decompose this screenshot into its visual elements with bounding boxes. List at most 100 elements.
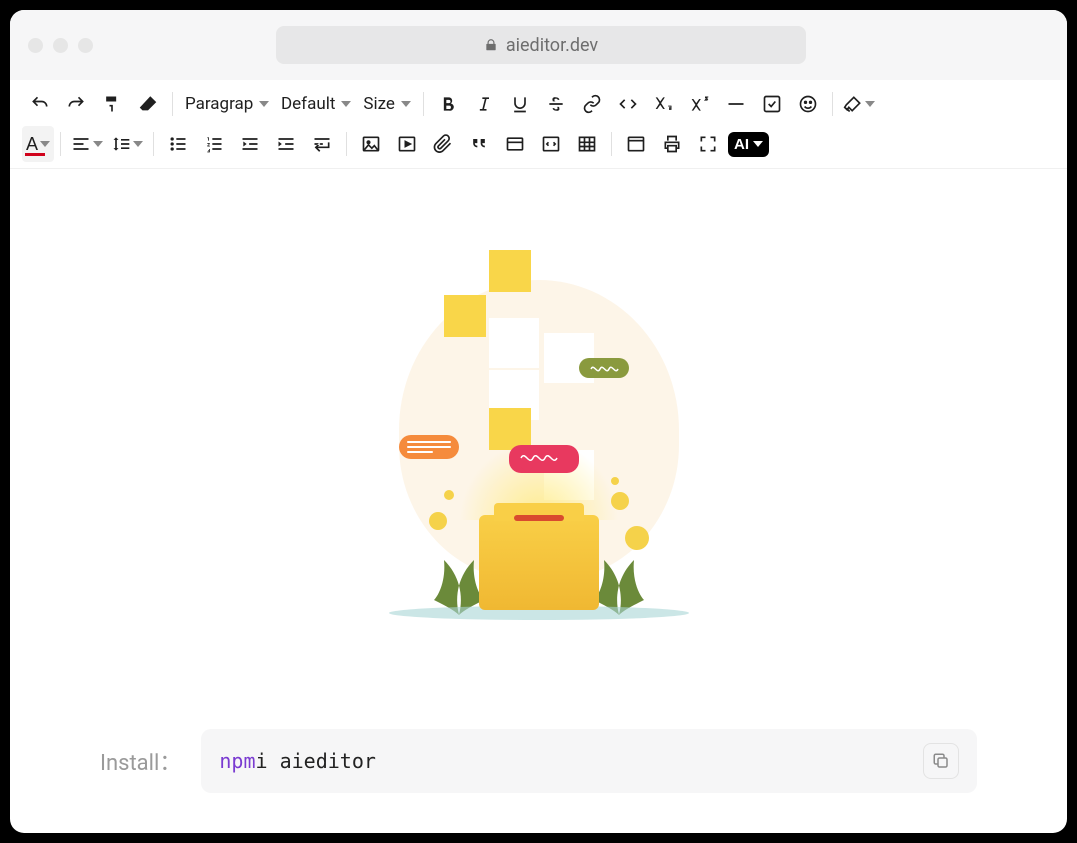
fullscreen-button[interactable] [690, 126, 726, 162]
horizontal-rule-button[interactable] [718, 86, 754, 122]
blockquote-button[interactable] [461, 126, 497, 162]
font-size-select[interactable]: Size [357, 86, 417, 122]
bullet-list-icon [168, 134, 188, 154]
ordered-list-icon [204, 134, 224, 154]
task-list-icon [762, 94, 782, 114]
video-button[interactable] [389, 126, 425, 162]
traffic-lights [28, 38, 93, 53]
toolbar-separator [832, 92, 833, 116]
undo-button[interactable] [22, 86, 58, 122]
source-code-button[interactable] [618, 126, 654, 162]
source-code-icon [626, 134, 646, 154]
install-section: Install： npm i aieditor [10, 711, 1067, 833]
highlight-color-button[interactable] [839, 86, 879, 122]
line-height-icon [111, 134, 131, 154]
highlight-icon [843, 94, 863, 114]
ai-label: AI [734, 136, 749, 153]
outdent-icon [240, 134, 260, 154]
font-family-label: Default [281, 94, 335, 114]
strikethrough-icon [546, 94, 566, 114]
chevron-down-icon [93, 139, 103, 149]
redo-icon [66, 94, 86, 114]
chevron-down-icon [753, 139, 763, 149]
chevron-down-icon [40, 139, 50, 149]
copy-button[interactable] [923, 743, 959, 779]
table-icon [577, 134, 597, 154]
line-break-button[interactable] [304, 126, 340, 162]
subscript-button[interactable] [646, 86, 682, 122]
print-button[interactable] [654, 126, 690, 162]
font-family-select[interactable]: Default [275, 86, 357, 122]
lock-icon [484, 38, 498, 52]
code-icon [618, 94, 638, 114]
chevron-down-icon [341, 99, 351, 109]
toolbar-separator [346, 132, 347, 156]
code-block-icon [541, 134, 561, 154]
editor-canvas[interactable] [10, 169, 1067, 711]
font-color-icon: A [26, 134, 38, 155]
paragraph-select-label: Paragraph [185, 94, 253, 114]
editor-toolbar: Paragraph Default Size [10, 80, 1067, 169]
redo-button[interactable] [58, 86, 94, 122]
task-list-button[interactable] [754, 86, 790, 122]
chevron-down-icon [259, 99, 269, 109]
fullscreen-icon [698, 134, 718, 154]
underline-button[interactable] [502, 86, 538, 122]
indent-icon [276, 134, 296, 154]
url-bar[interactable]: aieditor.dev [276, 26, 806, 64]
attachment-icon [433, 134, 453, 154]
indent-button[interactable] [268, 126, 304, 162]
paragraph-select[interactable]: Paragraph [179, 86, 275, 122]
line-height-button[interactable] [107, 126, 147, 162]
print-icon [662, 134, 682, 154]
toolbar-separator [60, 132, 61, 156]
chevron-down-icon [865, 99, 875, 109]
underline-icon [510, 94, 530, 114]
horizontal-rule-icon [726, 94, 746, 114]
subscript-icon [654, 94, 674, 114]
link-button[interactable] [574, 86, 610, 122]
strikethrough-button[interactable] [538, 86, 574, 122]
minimize-window-button[interactable] [53, 38, 68, 53]
superscript-button[interactable] [682, 86, 718, 122]
bullet-list-button[interactable] [160, 126, 196, 162]
font-color-button[interactable]: A [22, 126, 54, 162]
quote-icon [469, 134, 489, 154]
bold-icon [438, 94, 458, 114]
format-painter-icon [102, 94, 122, 114]
image-button[interactable] [353, 126, 389, 162]
eraser-button[interactable] [130, 86, 166, 122]
emoji-button[interactable] [790, 86, 826, 122]
code-block-button[interactable] [533, 126, 569, 162]
ordered-list-button[interactable] [196, 126, 232, 162]
install-command-rest: i aieditor [255, 749, 375, 773]
toolbar-separator [611, 132, 612, 156]
italic-icon [474, 94, 494, 114]
table-button[interactable] [569, 126, 605, 162]
undo-icon [30, 94, 50, 114]
zoom-window-button[interactable] [78, 38, 93, 53]
toolbar-separator [423, 92, 424, 116]
browser-window: aieditor.dev Paragraph Default Size [10, 10, 1067, 833]
italic-button[interactable] [466, 86, 502, 122]
align-button[interactable] [67, 126, 107, 162]
bold-button[interactable] [430, 86, 466, 122]
container-icon [505, 134, 525, 154]
url-text: aieditor.dev [506, 35, 598, 56]
format-painter-button[interactable] [94, 86, 130, 122]
install-label: Install： [100, 745, 181, 777]
outdent-button[interactable] [232, 126, 268, 162]
ai-badge: AI [728, 132, 769, 157]
code-button[interactable] [610, 86, 646, 122]
font-size-label: Size [363, 94, 395, 114]
close-window-button[interactable] [28, 38, 43, 53]
attachment-button[interactable] [425, 126, 461, 162]
browser-titlebar: aieditor.dev [10, 10, 1067, 80]
speech-bubble-icon [399, 435, 459, 459]
link-icon [582, 94, 602, 114]
ai-button[interactable]: AI [726, 126, 771, 162]
align-left-icon [71, 134, 91, 154]
speech-bubble-icon [579, 358, 629, 378]
install-command-keyword: npm [219, 749, 255, 773]
container-button[interactable] [497, 126, 533, 162]
